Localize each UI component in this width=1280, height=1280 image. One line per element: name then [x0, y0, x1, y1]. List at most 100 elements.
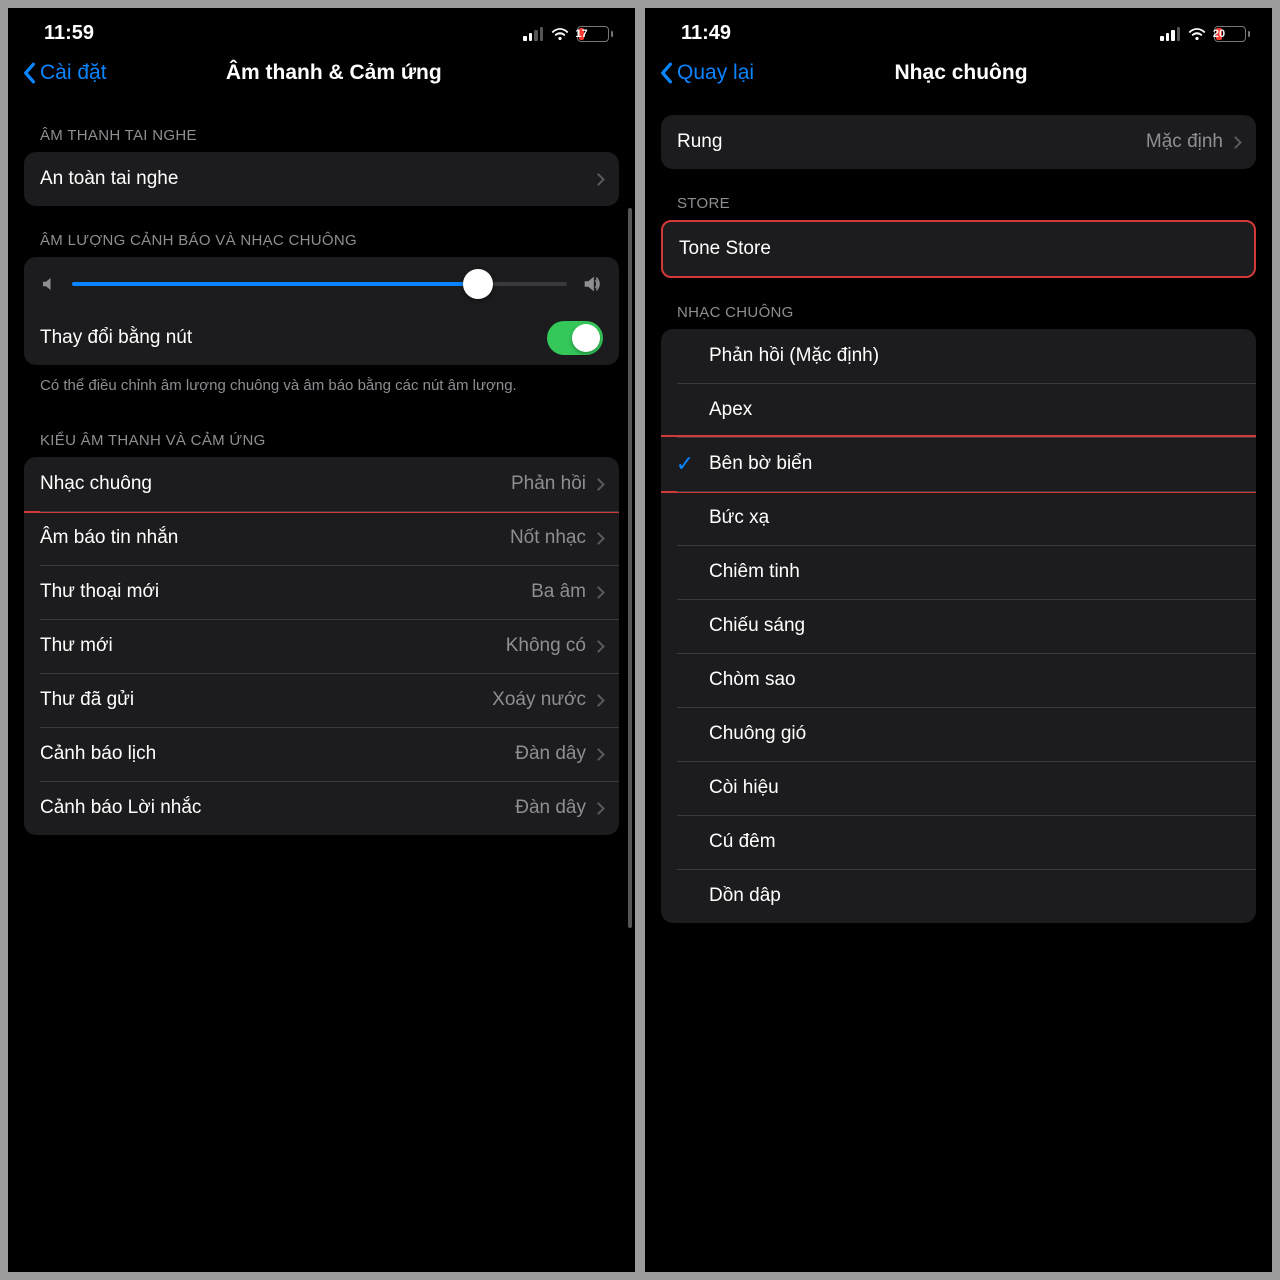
- ringtone-row[interactable]: ✓ Bên bờ biển: [661, 437, 1256, 491]
- headphone-safety-label: An toàn tai nghe: [40, 168, 594, 190]
- wifi-icon: [550, 26, 570, 41]
- ringtone-name: Chuông gió: [709, 723, 1240, 745]
- status-right: 17: [523, 26, 613, 42]
- ringtone-row[interactable]: Phản hồi (Mặc định): [661, 329, 1256, 383]
- nav-header: Quay lại Nhạc chuông: [645, 51, 1272, 101]
- ringtone-group: Phản hồi (Mặc định) Apex ✓ Bên bờ biển Bức x…: [661, 329, 1256, 923]
- sound-value: Xoáy nước: [492, 689, 586, 711]
- chevron-right-icon: [592, 748, 605, 761]
- speaker-low-icon: [40, 275, 58, 293]
- sound-label: Cảnh báo Lời nhắc: [40, 797, 515, 819]
- sound-row[interactable]: Thư thoại mớiBa âm: [24, 565, 619, 619]
- section-header-patterns: KIỂU ÂM THANH VÀ CẢM ỨNG: [24, 406, 619, 457]
- chevron-right-icon: [592, 640, 605, 653]
- ringtone-name: Bức xạ: [709, 507, 1240, 529]
- ringtone-row[interactable]: Còi hiệu: [661, 761, 1256, 815]
- ringtone-name: Chiêm tinh: [709, 561, 1240, 583]
- ringtone-row[interactable]: Apex: [661, 383, 1256, 437]
- chevron-right-icon: [592, 586, 605, 599]
- content-scroll[interactable]: ÂM THANH TAI NGHE An toàn tai nghe ÂM LƯ…: [8, 101, 635, 1272]
- section-header-headphone: ÂM THANH TAI NGHE: [24, 101, 619, 152]
- wifi-icon: [1187, 26, 1207, 41]
- sound-label: Âm báo tin nhắn: [40, 527, 510, 549]
- sound-row[interactable]: Thư mớiKhông có: [24, 619, 619, 673]
- slider-thumb[interactable]: [463, 269, 493, 299]
- change-with-buttons-label: Thay đổi bằng nút: [40, 327, 547, 349]
- ringtone-name: Chòm sao: [709, 669, 1240, 691]
- volume-group: Thay đổi bằng nút: [24, 257, 619, 365]
- patterns-group: Nhạc chuôngPhản hồiÂm báo tin nhắnNốt nh…: [24, 457, 619, 835]
- sound-value: Ba âm: [531, 581, 586, 603]
- ringtone-name: Cú đêm: [709, 831, 1240, 853]
- section-header-store: STORE: [661, 169, 1256, 220]
- ringtone-row[interactable]: Chiếu sáng: [661, 599, 1256, 653]
- sound-label: Thư thoại mới: [40, 581, 531, 603]
- ringtone-row[interactable]: Chiêm tinh: [661, 545, 1256, 599]
- sound-value: Không có: [506, 635, 586, 657]
- content-scroll[interactable]: Rung Mặc định STORE Tone Store NHẠC CHUÔ…: [645, 101, 1272, 1272]
- phone-right: 11:49 20 Quay lại Nhạc chuông Rung Mặc: [645, 8, 1272, 1272]
- tone-store-row[interactable]: Tone Store: [663, 222, 1254, 276]
- check-slot: ✓: [661, 451, 709, 477]
- sound-value: Phản hồi: [511, 473, 586, 495]
- ringtone-name: Chiếu sáng: [709, 615, 1240, 637]
- sound-label: Thư đã gửi: [40, 689, 492, 711]
- battery-icon: 17: [577, 26, 613, 42]
- volume-slider[interactable]: [72, 282, 567, 286]
- ringtone-name: Bên bờ biển: [709, 453, 1240, 475]
- cell-signal-icon: [1160, 27, 1180, 41]
- chevron-right-icon: [592, 694, 605, 707]
- sound-label: Nhạc chuông: [40, 473, 511, 495]
- ringtone-name: Dồn dâp: [709, 885, 1240, 907]
- nav-header: Cài đặt Âm thanh & Cảm ứng: [8, 51, 635, 101]
- status-time: 11:49: [681, 22, 731, 45]
- section-header-volume: ÂM LƯỢNG CẢNH BÁO VÀ NHẠC CHUÔNG: [24, 206, 619, 257]
- ringtone-row[interactable]: Bức xạ: [661, 491, 1256, 545]
- vibration-row[interactable]: Rung Mặc định: [661, 115, 1256, 169]
- chevron-right-icon: [592, 478, 605, 491]
- ringtone-name: Apex: [709, 399, 1240, 421]
- status-bar: 11:49 20: [645, 8, 1272, 51]
- sound-row[interactable]: Thư đã gửiXoáy nước: [24, 673, 619, 727]
- chevron-right-icon: [592, 532, 605, 545]
- headphone-safety-row[interactable]: An toàn tai nghe: [24, 152, 619, 206]
- page-title: Nhạc chuông: [664, 61, 1258, 85]
- sound-row[interactable]: Cảnh báo Lời nhắcĐàn dây: [24, 781, 619, 835]
- ringtone-row[interactable]: Chuông gió: [661, 707, 1256, 761]
- sound-row[interactable]: Âm báo tin nhắnNốt nhạc: [24, 511, 619, 565]
- chevron-right-icon: [1229, 136, 1242, 149]
- sound-label: Thư mới: [40, 635, 506, 657]
- change-with-buttons-toggle[interactable]: [547, 321, 603, 355]
- volume-slider-row: [24, 257, 619, 311]
- ringtone-row[interactable]: Cú đêm: [661, 815, 1256, 869]
- sound-value: Đàn dây: [515, 743, 586, 765]
- sound-value: Nốt nhạc: [510, 527, 586, 549]
- chevron-right-icon: [592, 802, 605, 815]
- scrollbar[interactable]: [628, 208, 632, 928]
- cell-signal-icon: [523, 27, 543, 41]
- phone-left: 11:59 17 Cài đặt Âm thanh & Cảm ứng ÂM T…: [8, 8, 635, 1272]
- store-group: Tone Store: [661, 220, 1256, 278]
- sound-value: Đàn dây: [515, 797, 586, 819]
- page-title: Âm thanh & Cảm ứng: [47, 61, 621, 85]
- status-right: 20: [1160, 26, 1250, 42]
- vibration-group: Rung Mặc định: [661, 115, 1256, 169]
- vibration-value: Mặc định: [1146, 131, 1223, 153]
- chevron-right-icon: [592, 173, 605, 186]
- ringtone-name: Phản hồi (Mặc định): [709, 345, 1240, 367]
- ringtone-name: Còi hiệu: [709, 777, 1240, 799]
- chevron-left-icon: [22, 62, 36, 84]
- sound-label: Cảnh báo lịch: [40, 743, 515, 765]
- vibration-label: Rung: [677, 131, 1146, 153]
- ringtone-row[interactable]: Chòm sao: [661, 653, 1256, 707]
- sound-row[interactable]: Cảnh báo lịchĐàn dây: [24, 727, 619, 781]
- speaker-high-icon: [581, 273, 603, 295]
- change-with-buttons-row: Thay đổi bằng nút: [24, 311, 619, 365]
- status-time: 11:59: [44, 22, 94, 45]
- headphone-group: An toàn tai nghe: [24, 152, 619, 206]
- ringtone-row[interactable]: Dồn dâp: [661, 869, 1256, 923]
- volume-footer-note: Có thể điều chỉnh âm lượng chuông và âm …: [24, 365, 619, 406]
- battery-icon: 20: [1214, 26, 1250, 42]
- sound-row[interactable]: Nhạc chuôngPhản hồi: [24, 457, 619, 511]
- check-icon: ✓: [672, 451, 698, 477]
